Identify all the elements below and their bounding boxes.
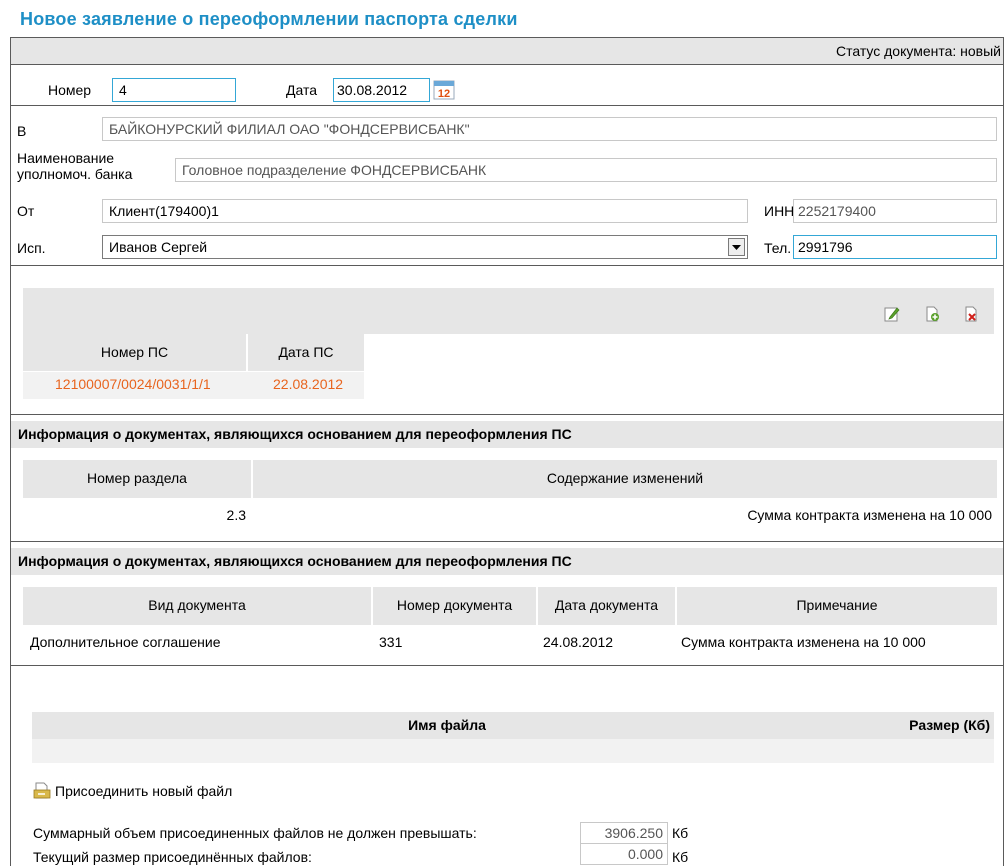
section-number-header: Номер раздела: [23, 460, 251, 498]
limit-label: Суммарный объем присоединенных файлов не…: [33, 825, 477, 841]
delete-icon[interactable]: [963, 306, 979, 325]
add-icon[interactable]: [924, 306, 940, 325]
divider: [11, 665, 1003, 666]
doc-number-value: 331: [379, 634, 403, 650]
limit-unit: Кб: [672, 825, 689, 841]
number-input[interactable]: 4: [112, 78, 236, 102]
calendar-icon[interactable]: 12: [433, 79, 455, 100]
auth-bank-label-line2: уполномоч. банка: [17, 166, 133, 182]
number-label: Номер: [48, 82, 92, 98]
auth-bank-label-line1: Наименование: [17, 150, 115, 166]
ps-date-value: 22.08.2012: [273, 376, 344, 392]
doc-note-value: Сумма контракта изменена на 10 000: [681, 634, 926, 650]
phone-label: Тел.: [764, 240, 792, 256]
divider: [11, 541, 1003, 542]
page-title: Новое заявление о переоформлении паспорт…: [20, 9, 518, 29]
table-row: 2.3 Сумма контракта изменена на 10 000: [23, 505, 997, 529]
docs-section-title: Информация о документах, являющихся осно…: [11, 548, 1003, 575]
current-size-label: Текущий размер присоединённых файлов:: [33, 849, 312, 865]
ps-date-header: Дата ПС: [248, 334, 364, 371]
divider: [11, 105, 1003, 106]
to-label: В: [17, 123, 27, 139]
divider: [11, 265, 1003, 266]
files-empty-row: [32, 739, 994, 763]
file-size-header: Размер (Кб): [909, 717, 990, 733]
from-label: От: [17, 203, 35, 219]
date-label: Дата: [286, 82, 318, 98]
executor-select[interactable]: Иванов Сергей: [102, 235, 748, 259]
table-row: Дополнительное соглашение 331 24.08.2012…: [23, 632, 997, 656]
changes-section-title: Информация о документах, являющихся осно…: [11, 421, 1003, 448]
status-text: Статус документа: новый: [835, 43, 1001, 59]
from-field[interactable]: Клиент(179400)1: [102, 199, 748, 223]
doc-number-header: Номер документа: [373, 587, 536, 625]
executor-value: Иванов Сергей: [109, 239, 208, 255]
attach-file-icon[interactable]: [33, 782, 53, 800]
changes-content-value: Сумма контракта изменена на 10 000: [747, 507, 992, 523]
dropdown-arrow-icon[interactable]: [728, 238, 745, 256]
section-number-value: 2.3: [226, 507, 246, 523]
auth-bank-field: Головное подразделение ФОНДСЕРВИСБАНК: [175, 158, 997, 182]
limit-value: 3906.250: [580, 822, 668, 845]
executor-label: Исп.: [17, 240, 46, 256]
file-name-header: Имя файла: [408, 717, 486, 733]
divider: [11, 414, 1003, 415]
to-bank-field: БАЙКОНУРСКИЙ ФИЛИАЛ ОАО "ФОНДСЕРВИСБАНК": [102, 117, 997, 141]
doc-date-value: 24.08.2012: [543, 634, 614, 650]
phone-input[interactable]: 2991796: [793, 235, 997, 259]
doc-type-value: Дополнительное соглашение: [30, 634, 221, 650]
date-input[interactable]: 30.08.2012: [333, 78, 430, 102]
doc-date-header: Дата документа: [538, 587, 675, 625]
svg-text:12: 12: [438, 88, 450, 100]
changes-content-header: Содержание изменений: [253, 460, 997, 498]
ps-toolbar: [23, 288, 994, 334]
auth-bank-label: Наименование уполномоч. банка: [17, 150, 132, 182]
current-size-value: 0.000: [580, 843, 668, 865]
current-size-unit: Кб: [672, 849, 689, 865]
edit-icon[interactable]: [884, 306, 900, 325]
doc-type-header: Вид документа: [23, 587, 371, 625]
doc-note-header: Примечание: [677, 587, 997, 625]
files-header: Имя файла Размер (Кб): [32, 712, 994, 739]
ps-number-header: Номер ПС: [23, 334, 246, 371]
ps-number-link[interactable]: 12100007/0024/0031/1/1: [55, 376, 211, 392]
inn-label: ИНН: [764, 203, 795, 219]
attach-file-link[interactable]: Присоединить новый файл: [55, 783, 232, 799]
status-bar: Статус документа: новый: [11, 38, 1003, 65]
table-row[interactable]: 12100007/0024/0031/1/1 22.08.2012: [23, 372, 364, 399]
inn-field: 2252179400: [793, 199, 997, 223]
